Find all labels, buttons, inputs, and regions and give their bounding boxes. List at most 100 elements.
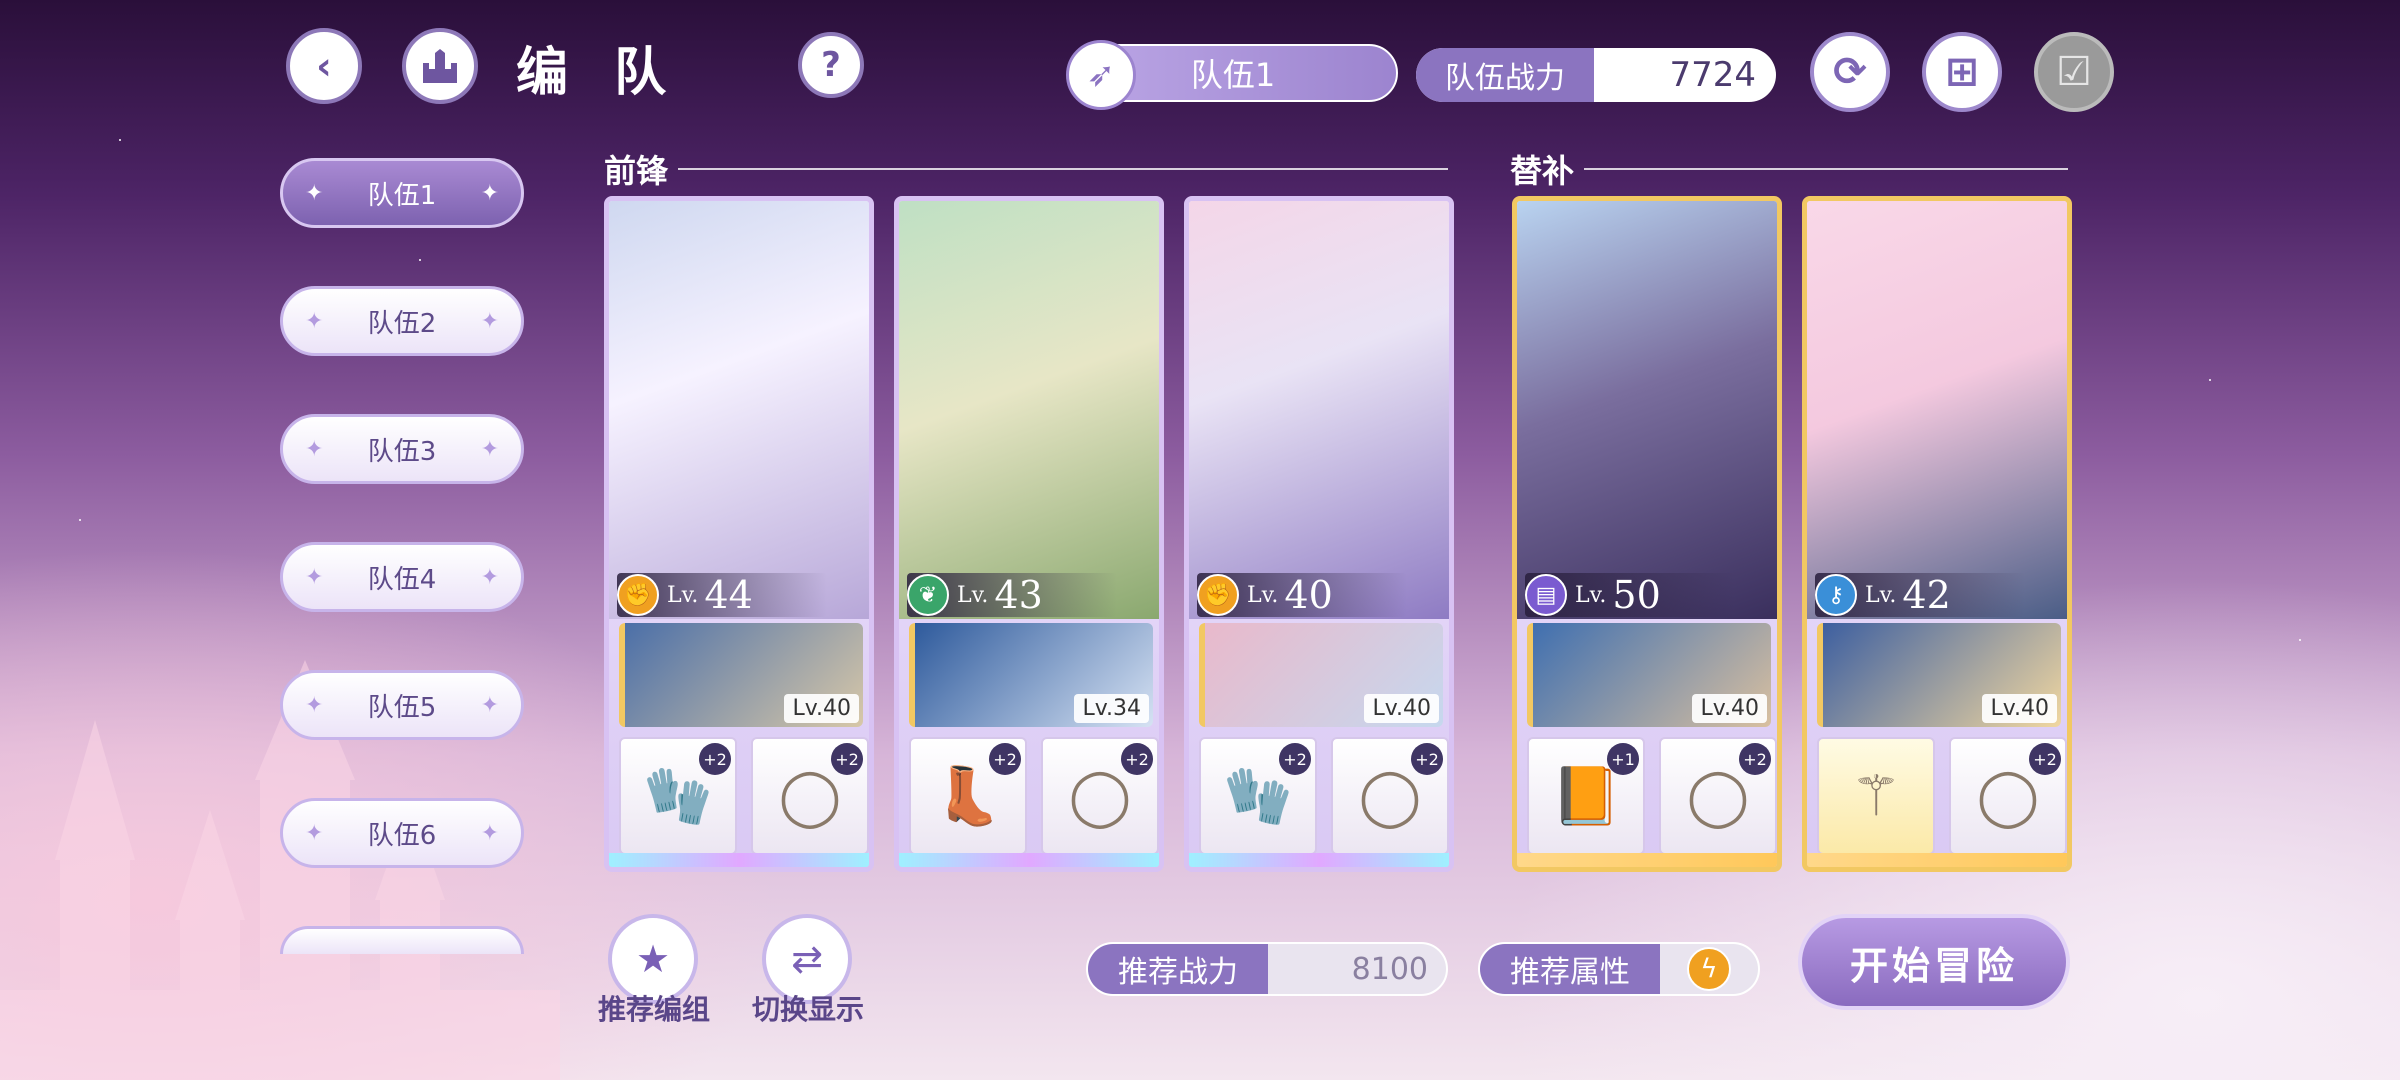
ring-icon: ◯: [1976, 763, 2040, 829]
equipment-slot[interactable]: ◯ +2: [751, 737, 869, 855]
team-tab-4[interactable]: ✦ 队伍4 ✦: [280, 542, 524, 612]
support-card[interactable]: Lv.40: [1817, 623, 2061, 727]
refresh-button[interactable]: ⟳: [1810, 32, 1890, 112]
team-tab-label: 队伍4: [367, 564, 437, 595]
team-tab-1[interactable]: ✦ 队伍1 ✦: [280, 158, 524, 228]
character-card[interactable]: ❦ Lv. 43 Lv.34 👢 +2 ◯ +2: [894, 196, 1164, 872]
character-portrait: [609, 201, 869, 619]
bookmark-star-icon: ★: [635, 937, 671, 981]
equipment-slot[interactable]: 🧤 +2: [619, 737, 737, 855]
question-icon: ?: [821, 45, 841, 85]
team-tab-2[interactable]: ✦ 队伍2 ✦: [280, 286, 524, 356]
team-tab-7-partial[interactable]: [280, 926, 524, 954]
equipment-slot[interactable]: 👢 +2: [909, 737, 1027, 855]
character-card[interactable]: ✊ Lv. 44 Lv.40 🧤 +2 ◯ +2: [604, 196, 874, 872]
card-rarity-bar: [609, 853, 869, 867]
character-portrait: [1517, 201, 1777, 619]
team-tab-label: 队伍2: [367, 308, 437, 339]
character-level: 40: [1284, 573, 1333, 617]
level-prefix: Lv.: [1247, 582, 1279, 608]
copy-button[interactable]: ⊞: [1922, 32, 2002, 112]
support-card[interactable]: Lv.34: [909, 623, 1153, 727]
team-tab-6[interactable]: ✦ 队伍6 ✦: [280, 798, 524, 868]
rec-power-value: 8100: [1268, 944, 1446, 994]
sparkle-icon: ✦: [305, 309, 324, 334]
sparkle-icon: ✦: [305, 821, 324, 846]
switch-display-label: 切换显示: [751, 993, 864, 1026]
support-level: Lv.40: [1982, 694, 2057, 723]
support-level: Lv.40: [784, 694, 859, 723]
sparkle-icon: ✦: [480, 693, 499, 718]
rec-attr-label: 推荐属性: [1480, 944, 1660, 994]
team-tab-3[interactable]: ✦ 队伍3 ✦: [280, 414, 524, 484]
equipment-slot[interactable]: ◯ +2: [1659, 737, 1777, 855]
character-level-row: ✊ Lv. 44: [617, 573, 827, 617]
sparkle-icon: ✦: [305, 693, 324, 718]
character-card[interactable]: ⚷ Lv. 42 Lv.40 ⚚ ◯ +2: [1802, 196, 2072, 872]
paste-button[interactable]: ☑: [2034, 32, 2114, 112]
enhance-level-badge: +2: [989, 743, 1021, 775]
character-card[interactable]: ✊ Lv. 40 Lv.40 🧤 +2 ◯ +2: [1184, 196, 1454, 872]
character-portrait: [1807, 201, 2067, 619]
character-card[interactable]: ▤ Lv. 50 Lv.40 📙 +1 ◯ +2: [1512, 196, 1782, 872]
equipment-slot[interactable]: 🧤 +2: [1199, 737, 1317, 855]
glove-blue-icon: 🧤: [643, 764, 713, 829]
team-tab-label: 队伍6: [367, 820, 437, 851]
book-icon: 📙: [1551, 764, 1621, 829]
enhance-level-badge: +2: [1739, 743, 1771, 775]
card-rarity-bar: [1517, 853, 1777, 867]
feather-icon: ➶: [1066, 40, 1136, 110]
equipment-slot[interactable]: ◯ +2: [1949, 737, 2067, 855]
back-arrow-icon: ‹: [316, 44, 332, 88]
sub-section-title: 替补: [1510, 152, 1575, 190]
character-portrait: [899, 201, 1159, 619]
team-selector[interactable]: ➶ 队伍1: [1066, 40, 1398, 110]
front-section-title: 前锋: [604, 152, 669, 190]
level-prefix: Lv.: [1575, 582, 1607, 608]
team-power: 队伍战力 7724: [1416, 48, 1776, 102]
sparkle-icon: ✦: [480, 181, 499, 206]
ring-icon: ◯: [1686, 763, 1750, 829]
character-level: 44: [704, 573, 753, 617]
character-level-row: ⚷ Lv. 42: [1815, 573, 2025, 617]
team-power-label: 队伍战力: [1416, 48, 1594, 102]
back-button[interactable]: ‹: [286, 28, 362, 104]
sparkle-icon: ✦: [480, 309, 499, 334]
home-button[interactable]: [402, 28, 478, 104]
equipment-slot[interactable]: 📙 +1: [1527, 737, 1645, 855]
equipment-slot[interactable]: ◯ +2: [1041, 737, 1159, 855]
level-prefix: Lv.: [1865, 582, 1897, 608]
help-button[interactable]: ?: [798, 32, 864, 98]
glove-dark-icon: 🧤: [1223, 764, 1293, 829]
sparkle-icon: ✦: [305, 437, 324, 462]
support-level: Lv.40: [1364, 694, 1439, 723]
character-level: 42: [1902, 573, 1951, 617]
sparkle-icon: ✦: [480, 565, 499, 590]
boot-icon: 👢: [933, 764, 1003, 829]
card-rarity-bar: [1189, 853, 1449, 867]
enhance-level-badge: +1: [1607, 743, 1639, 775]
enhance-level-badge: +2: [2029, 743, 2061, 775]
recommended-attribute: 推荐属性 ϟ: [1478, 942, 1760, 996]
support-card[interactable]: Lv.40: [1527, 623, 1771, 727]
start-adventure-button[interactable]: 开始冒险: [1798, 914, 2070, 1010]
sub-section-divider: [1584, 168, 2068, 170]
character-level-row: ✊ Lv. 40: [1197, 573, 1407, 617]
team-tab-label: 队伍5: [367, 692, 437, 723]
team-selector-label: 队伍1: [1190, 56, 1276, 94]
support-card[interactable]: Lv.40: [619, 623, 863, 727]
support-level: Lv.34: [1074, 694, 1149, 723]
enhance-level-badge: +2: [831, 743, 863, 775]
character-portrait: [1189, 201, 1449, 619]
equipment-slot[interactable]: ◯ +2: [1331, 737, 1449, 855]
ring-icon: ◯: [1068, 763, 1132, 829]
sparkle-icon: ✦: [480, 437, 499, 462]
ring-icon: ◯: [1358, 763, 1422, 829]
support-card[interactable]: Lv.40: [1199, 623, 1443, 727]
equipment-slot[interactable]: ⚚: [1817, 737, 1935, 855]
team-tab-5[interactable]: ✦ 队伍5 ✦: [280, 670, 524, 740]
team-tab-label: 队伍3: [367, 436, 437, 467]
recommended-power: 推荐战力 8100: [1086, 942, 1448, 996]
level-prefix: Lv.: [667, 582, 699, 608]
team-tab-label: 队伍1: [367, 180, 437, 211]
